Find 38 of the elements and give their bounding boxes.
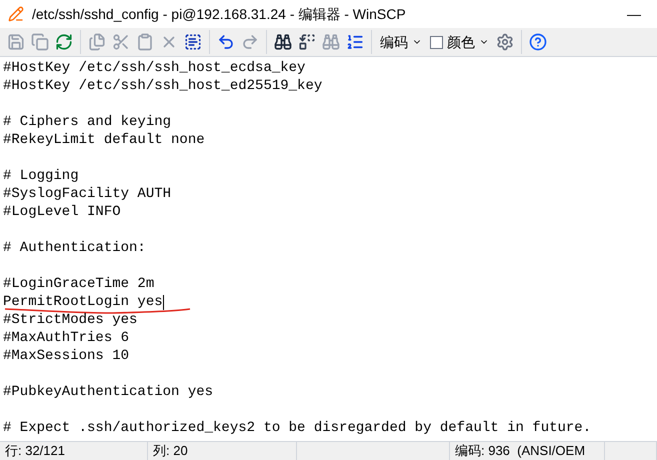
encoding-dropdown[interactable]: 编码 (376, 32, 426, 52)
code-line: #PubkeyAuthentication yes (3, 383, 214, 401)
find-icon (274, 33, 292, 51)
code-line: #MaxAuthTries 6 (3, 329, 130, 347)
reload-icon (55, 33, 73, 51)
status-text: 行: 32/121 (5, 442, 65, 460)
save-icon (7, 33, 25, 51)
status-text: 列: 20 (153, 442, 188, 460)
code-line: #StrictModes yes (3, 311, 138, 329)
code-line: # Authentication: (3, 239, 146, 257)
help-icon (529, 33, 547, 51)
code-line: #SyslogFacility AUTH (3, 185, 172, 203)
editor-icon (8, 6, 24, 22)
code-line: #LoginGraceTime 2m (3, 275, 154, 293)
copy-icon (88, 33, 106, 51)
code-line: # Logging (3, 167, 79, 185)
window-title: /etc/ssh/sshd_config - pi@192.168.31.24 - 编辑器 - WinSCP (32, 4, 407, 24)
code-line: PermitRootLogin yes (3, 293, 163, 311)
paste-icon (136, 33, 154, 51)
select-all-icon (184, 33, 202, 51)
status-text: 编码: 936 (ANSI/OEM (455, 442, 586, 460)
code-line: #MaxSessions 10 (3, 347, 130, 365)
code-line: #HostKey /etc/ssh/ssh_host_ecdsa_key (3, 59, 306, 77)
settings-icon (496, 33, 514, 51)
redo-icon (241, 33, 259, 51)
find-next-icon (322, 33, 340, 51)
color-dropdown[interactable]: 颜色 (447, 32, 489, 52)
code-line: # Expect .ssh/authorized_keys2 to be disregarded by default in future. (3, 419, 592, 437)
undo-icon (217, 33, 235, 51)
save-all-icon (31, 33, 49, 51)
code-line: #LogLevel INFO (3, 203, 121, 221)
checkbox[interactable] (430, 36, 443, 48)
minimize-button[interactable]: — (619, 4, 649, 24)
cut-icon (112, 33, 130, 51)
code-line: #HostKey /etc/ssh/ssh_host_ed25519_key (3, 77, 322, 95)
goto-line-icon (346, 33, 364, 51)
code-line: #RekeyLimit default none (3, 131, 205, 149)
code-line: # Ciphers and keying (3, 113, 172, 131)
